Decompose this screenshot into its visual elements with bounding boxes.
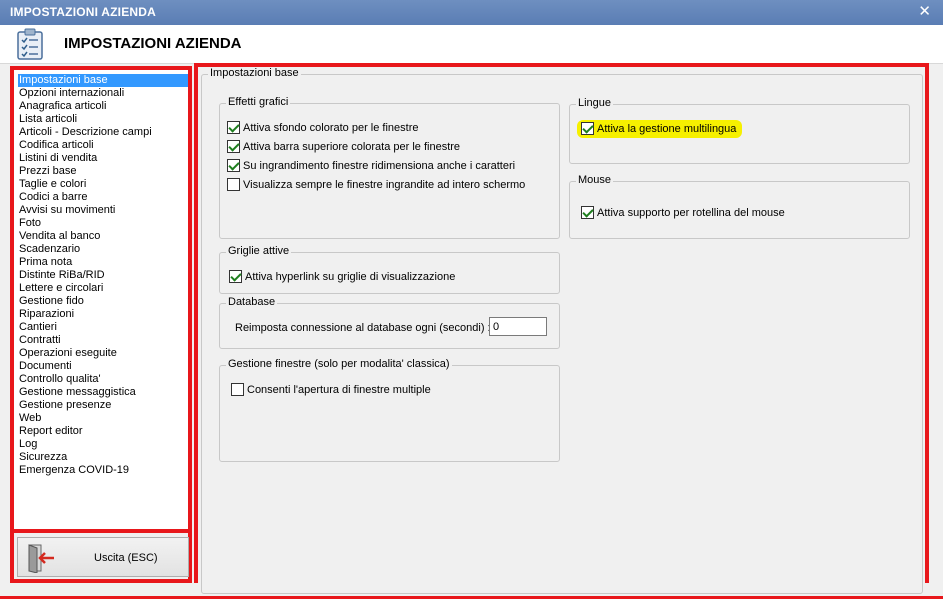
gestione-finestre-group: Gestione finestre (solo per modalita' cl… — [219, 358, 560, 462]
option-ridimensiona-caratteri[interactable]: Su ingrandimento finestre ridimensiona a… — [227, 158, 516, 173]
option-rotellina-mouse[interactable]: Attiva supporto per rotellina del mouse — [581, 205, 785, 220]
checkbox-rotellina-mouse[interactable] — [581, 205, 594, 219]
sidebar-item[interactable]: Codici a barre — [18, 191, 188, 204]
section-title: Impostazioni base — [208, 67, 301, 79]
checkbox-ridimensiona-caratteri[interactable] — [227, 158, 240, 172]
sidebar-item[interactable]: Taglie e colori — [18, 178, 188, 191]
griglie-attive-title: Griglie attive — [226, 245, 292, 257]
sidebar-panel: Impostazioni base Opzioni internazionali A… — [10, 66, 192, 533]
sidebar-item[interactable]: Report editor — [18, 425, 188, 438]
option-multilingua-label: Attiva la gestione multilingua — [597, 123, 737, 135]
mouse-group: Mouse Attiva supporto per rotellina del … — [569, 174, 910, 239]
highlight-marker: Attiva la gestione multilingua — [577, 120, 743, 138]
option-hyperlink-griglie[interactable]: Attiva hyperlink su griglie di visualizz… — [229, 269, 456, 284]
sidebar-item[interactable]: Impostazioni base — [18, 74, 188, 87]
sidebar-item[interactable]: Vendita al banco — [18, 230, 188, 243]
lingue-title: Lingue — [576, 97, 614, 109]
clipboard-checklist-icon — [17, 28, 43, 60]
reconnect-seconds-input[interactable] — [489, 317, 547, 336]
option-finestre-multiple-label: Consenti l'apertura di finestre multiple — [247, 384, 431, 396]
gestione-finestre-title: Gestione finestre (solo per modalita' cl… — [226, 358, 452, 370]
sidebar-item[interactable]: Sicurezza — [18, 451, 188, 464]
option-barra-colorata-label: Attiva barra superiore colorata per le f… — [243, 141, 461, 153]
close-icon[interactable]: ✕ — [918, 2, 931, 20]
window-title: IMPOSTAZIONI AZIENDA — [10, 5, 156, 19]
sidebar-item[interactable]: Lista articoli — [18, 113, 188, 126]
sidebar-item[interactable]: Cantieri — [18, 321, 188, 334]
settings-panel: Impostazioni base Effetti grafici Attiva… — [194, 63, 929, 594]
database-title: Database — [226, 296, 278, 308]
checkbox-intero-schermo[interactable] — [227, 177, 240, 191]
sidebar-item[interactable]: Articoli - Descrizione campi — [18, 126, 188, 139]
option-barra-colorata[interactable]: Attiva barra superiore colorata per le f… — [227, 139, 461, 154]
effetti-grafici-title: Effetti grafici — [226, 96, 291, 108]
option-ridimensiona-caratteri-label: Su ingrandimento finestre ridimensiona a… — [243, 160, 516, 172]
option-sfondo-colorato[interactable]: Attiva sfondo colorato per le finestre — [227, 120, 419, 135]
page-header: IMPOSTAZIONI AZIENDA — [0, 25, 943, 64]
sidebar-item[interactable]: Listini di vendita — [18, 152, 188, 165]
exit-button[interactable]: Uscita (ESC) — [17, 537, 189, 577]
exit-door-icon — [28, 544, 54, 573]
griglie-attive-group: Griglie attive Attiva hyperlink su grigl… — [219, 245, 560, 294]
sidebar-item[interactable]: Operazioni eseguite — [18, 347, 188, 360]
sidebar-item[interactable]: Prima nota — [18, 256, 188, 269]
mouse-title: Mouse — [576, 174, 614, 186]
option-finestre-multiple[interactable]: Consenti l'apertura di finestre multiple — [231, 382, 431, 397]
sidebar-item[interactable]: Scadenzario — [18, 243, 188, 256]
option-hyperlink-griglie-label: Attiva hyperlink su griglie di visualizz… — [245, 271, 456, 283]
checkbox-sfondo-colorato[interactable] — [227, 120, 240, 134]
checkbox-multilingua[interactable] — [581, 121, 594, 135]
exit-panel: Uscita (ESC) — [10, 533, 192, 583]
sidebar-item[interactable]: Documenti — [18, 360, 188, 373]
sidebar-item[interactable]: Distinte RiBa/RID — [18, 269, 188, 282]
sidebar-item[interactable]: Avvisi su movimenti — [18, 204, 188, 217]
sidebar-item[interactable]: Log — [18, 438, 188, 451]
database-group: Database Reimposta connessione al databa… — [219, 296, 560, 349]
sidebar-item[interactable]: Lettere e circolari — [18, 282, 188, 295]
sidebar-item[interactable]: Controllo qualita' — [18, 373, 188, 386]
lingue-group: Lingue Attiva la gestione multilingua — [569, 97, 910, 164]
sidebar-item[interactable]: Codifica articoli — [18, 139, 188, 152]
sidebar-item[interactable]: Anagrafica articoli — [18, 100, 188, 113]
sidebar-item[interactable]: Contratti — [18, 334, 188, 347]
option-intero-schermo[interactable]: Visualizza sempre le finestre ingrandite… — [227, 177, 526, 192]
sidebar-item[interactable]: Emergenza COVID-19 — [18, 464, 188, 477]
effetti-grafici-group: Effetti grafici Attiva sfondo colorato p… — [219, 96, 560, 239]
sidebar-item[interactable]: Gestione fido — [18, 295, 188, 308]
option-rotellina-mouse-label: Attiva supporto per rotellina del mouse — [597, 207, 785, 219]
sidebar-item[interactable]: Prezzi base — [18, 165, 188, 178]
exit-button-label: Uscita (ESC) — [94, 552, 158, 564]
sidebar-list[interactable]: Impostazioni base Opzioni internazionali A… — [18, 74, 188, 477]
sidebar-item[interactable]: Web — [18, 412, 188, 425]
checkbox-finestre-multiple[interactable] — [231, 382, 244, 396]
option-intero-schermo-label: Visualizza sempre le finestre ingrandite… — [243, 179, 526, 191]
sidebar-item[interactable]: Riparazioni — [18, 308, 188, 321]
sidebar-item[interactable]: Opzioni internazionali — [18, 87, 188, 100]
sidebar-item[interactable]: Gestione presenze — [18, 399, 188, 412]
checkbox-hyperlink-griglie[interactable] — [229, 269, 242, 283]
window-title-bar: IMPOSTAZIONI AZIENDA ✕ — [0, 0, 943, 25]
option-sfondo-colorato-label: Attiva sfondo colorato per le finestre — [243, 122, 419, 134]
page-title: IMPOSTAZIONI AZIENDA — [64, 35, 242, 52]
reconnect-label: Reimposta connessione al database ogni (… — [235, 322, 491, 334]
sidebar-item[interactable]: Foto — [18, 217, 188, 230]
sidebar-item[interactable]: Gestione messaggistica — [18, 386, 188, 399]
checkbox-barra-colorata[interactable] — [227, 139, 240, 153]
option-multilingua[interactable]: Attiva la gestione multilingua — [577, 120, 743, 138]
